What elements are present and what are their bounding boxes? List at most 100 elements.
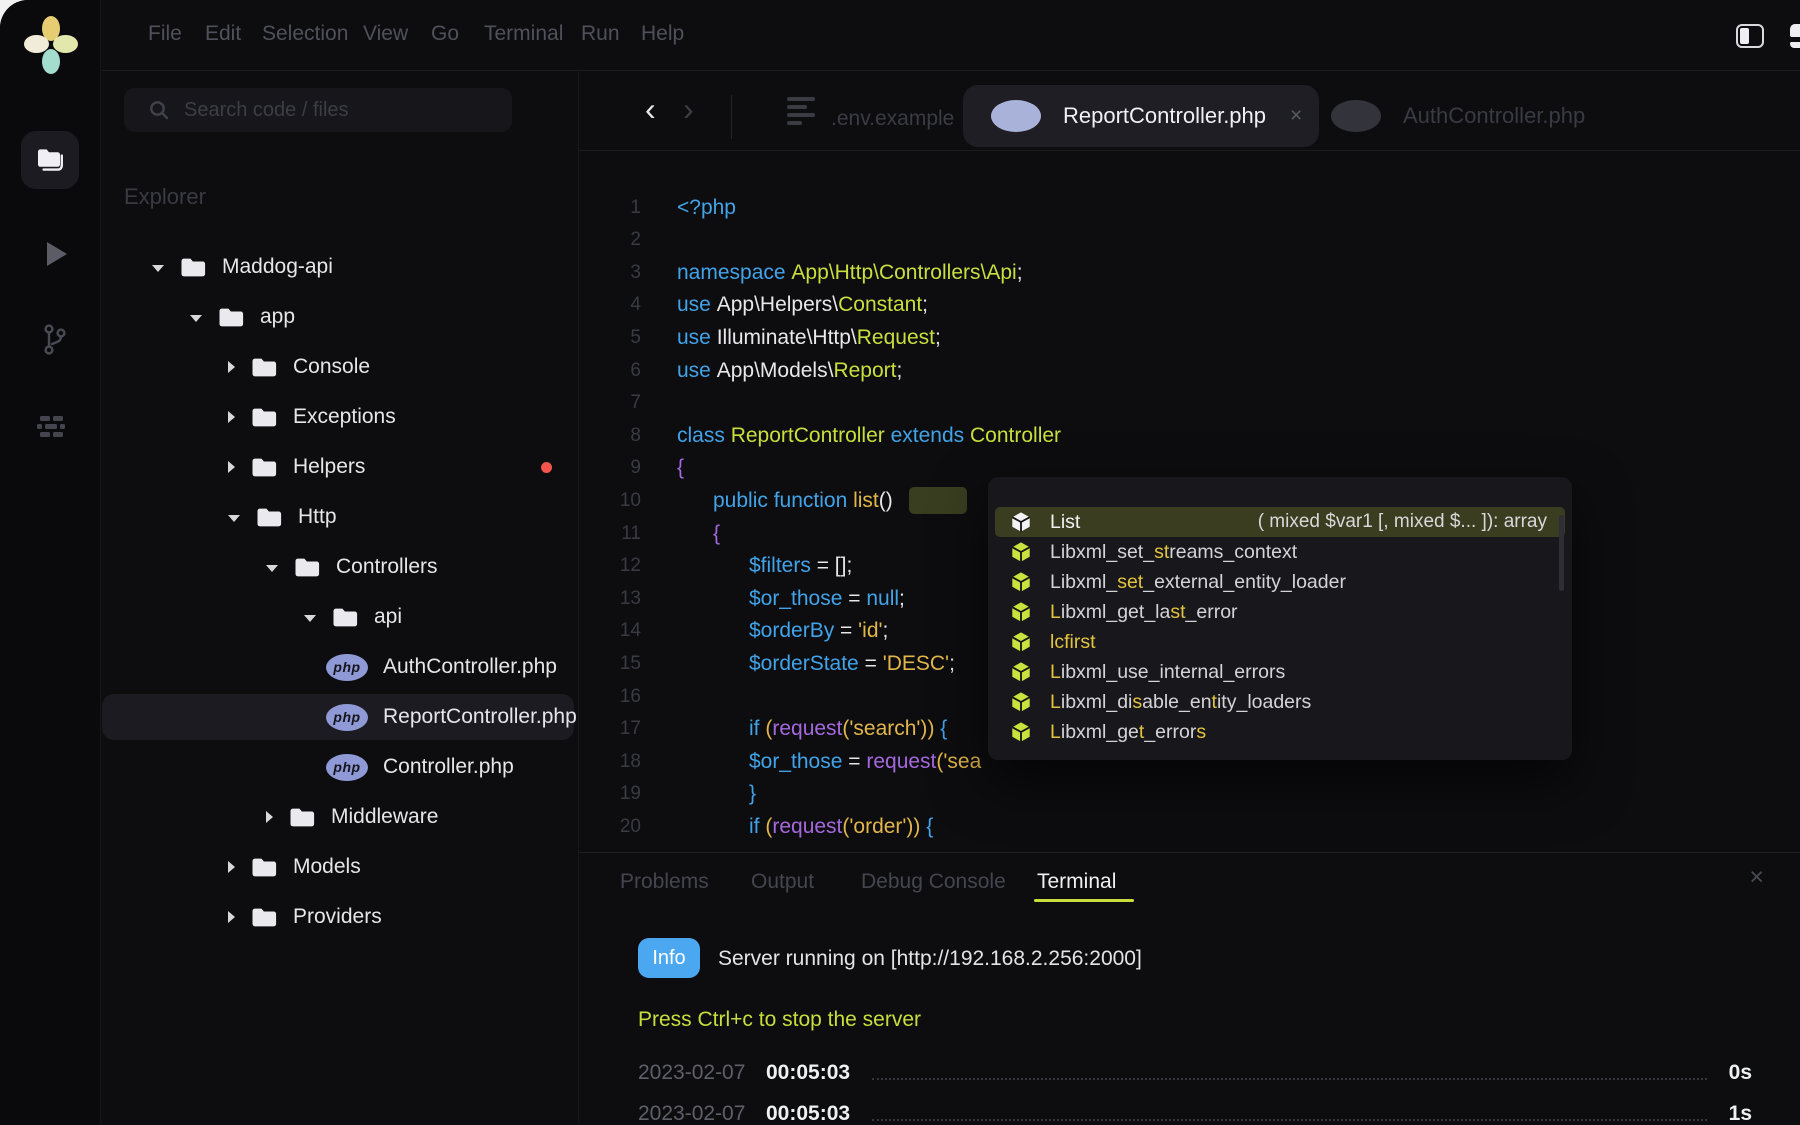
tree-folder-api[interactable]: api — [100, 592, 578, 642]
menu-item-help[interactable]: Help — [641, 22, 684, 46]
chevron-right-icon[interactable] — [266, 811, 273, 823]
explorer-panel: Explorer Maddog-apiappConsoleExceptionsH… — [100, 71, 578, 1125]
tab-label: ReportController.php — [1063, 103, 1266, 129]
code-line-4[interactable]: 4use App\Helpers\Constant; — [579, 289, 1800, 322]
rail-divider — [100, 0, 101, 1125]
code-line-8[interactable]: 8class ReportController extends Controll… — [579, 419, 1800, 452]
chevron-right-icon[interactable] — [228, 411, 235, 423]
code-text: namespace App\Http\Controllers\Api; — [677, 261, 1023, 285]
popup-item-5[interactable]: Libxml_use_internal_errors — [988, 657, 1572, 687]
chevron-right-icon[interactable] — [228, 461, 235, 473]
tree-folder-helpers[interactable]: Helpers — [100, 442, 578, 492]
search-input[interactable] — [182, 98, 486, 123]
cube-icon — [1010, 511, 1032, 533]
menu-item-go[interactable]: Go — [431, 22, 459, 46]
tree-folder-console[interactable]: Console — [100, 342, 578, 392]
panel-tab-output[interactable]: Output — [751, 870, 814, 894]
code-line-20[interactable]: 20if (request('order')) { — [579, 810, 1800, 843]
logo-petal — [53, 35, 78, 53]
folder-icon — [251, 856, 278, 878]
tab-env-example[interactable]: .env.example — [831, 107, 954, 131]
tree-item-label: app — [260, 305, 295, 329]
tree-folder-exceptions[interactable]: Exceptions — [100, 392, 578, 442]
popup-item-3[interactable]: Libxml_get_last_error — [988, 597, 1572, 627]
line-number: 19 — [579, 783, 641, 805]
app-logo[interactable] — [24, 16, 78, 74]
popup-item-6[interactable]: Libxml_disable_entity_loaders — [988, 687, 1572, 717]
tree-folder-maddog-api[interactable]: Maddog-api — [100, 242, 578, 292]
chevron-down-icon[interactable] — [228, 515, 240, 522]
line-number: 1 — [579, 197, 641, 219]
files-view-button[interactable] — [21, 131, 79, 189]
popup-item-label: Libxml_get_errors — [1050, 721, 1206, 744]
tree-file-controller-php[interactable]: phpController.php — [100, 742, 578, 792]
popup-item-label: Libxml_get_last_error — [1050, 601, 1238, 624]
close-tab-icon[interactable]: × — [1290, 104, 1302, 128]
line-number: 11 — [579, 523, 641, 545]
popup-item-2[interactable]: Libxml_set_external_entity_loader — [988, 567, 1572, 597]
popup-item-4[interactable]: lcfirst — [988, 627, 1572, 657]
search-icon — [148, 99, 170, 121]
code-line-6[interactable]: 6use App\Models\Report; — [579, 354, 1800, 387]
tree-folder-controllers[interactable]: Controllers — [100, 542, 578, 592]
chevron-right-icon[interactable] — [228, 911, 235, 923]
chevron-right-icon[interactable] — [228, 361, 235, 373]
panel-tab-debug-console[interactable]: Debug Console — [861, 870, 1006, 894]
code-line-2[interactable]: 2 — [579, 224, 1800, 257]
popup-item-1[interactable]: Libxml_set_streams_context — [988, 537, 1572, 567]
menu-item-view[interactable]: View — [363, 22, 408, 46]
popup-item-0[interactable]: List( mixed $var1 [, mixed $... ]): arra… — [995, 507, 1565, 537]
code-line-19[interactable]: 19} — [579, 778, 1800, 811]
tree-folder-models[interactable]: Models — [100, 842, 578, 892]
tree-file-authcontroller-php[interactable]: phpAuthController.php — [100, 642, 578, 692]
menu-item-edit[interactable]: Edit — [205, 22, 241, 46]
search-box[interactable] — [124, 88, 512, 132]
menu-item-terminal[interactable]: Terminal — [484, 22, 563, 46]
code-text: { — [677, 456, 684, 480]
chevron-down-icon[interactable] — [152, 265, 164, 272]
nav-back-icon[interactable]: ‹ — [645, 89, 656, 129]
files-icon — [35, 147, 65, 173]
tree-folder-http[interactable]: Http — [100, 492, 578, 542]
popup-scrollbar[interactable] — [1559, 515, 1564, 591]
tab-reportcontroller[interactable]: ReportController.php × — [963, 85, 1319, 147]
close-panel-icon[interactable]: × — [1749, 863, 1764, 892]
tabbar-bottom-divider — [579, 150, 1800, 151]
tree-file-reportcontroller-php[interactable]: phpReportController.php — [100, 692, 578, 742]
menu-item-run[interactable]: Run — [581, 22, 620, 46]
chevron-right-icon[interactable] — [228, 861, 235, 873]
panel-layout-icon[interactable] — [1790, 24, 1800, 48]
panel-tab-problems[interactable]: Problems — [620, 870, 709, 894]
log-time: 00:05:03 — [766, 1102, 850, 1125]
tab-authcontroller[interactable]: AuthController.php — [1331, 85, 1585, 147]
chevron-down-icon[interactable] — [190, 315, 202, 322]
chevron-down-icon[interactable] — [304, 615, 316, 622]
popup-item-label: Libxml_use_internal_errors — [1050, 661, 1285, 684]
log-time: 00:05:03 — [766, 1061, 850, 1085]
line-number: 8 — [579, 425, 641, 447]
tree-folder-app[interactable]: app — [100, 292, 578, 342]
nav-forward-icon[interactable]: › — [683, 89, 694, 129]
panel-tab-terminal[interactable]: Terminal — [1037, 870, 1116, 894]
tree-item-label: api — [374, 605, 402, 629]
code-line-3[interactable]: 3namespace App\Http\Controllers\Api; — [579, 256, 1800, 289]
menu-item-file[interactable]: File — [148, 22, 182, 46]
code-text: if (request('search')) { — [749, 717, 947, 741]
split-view-icon[interactable] — [1736, 24, 1764, 48]
code-line-5[interactable]: 5use Illuminate\Http\Request; — [579, 321, 1800, 354]
git-branch-icon[interactable] — [42, 323, 68, 357]
code-line-7[interactable]: 7 — [579, 387, 1800, 420]
chevron-down-icon[interactable] — [266, 565, 278, 572]
folder-icon — [180, 256, 207, 278]
line-number: 14 — [579, 620, 641, 642]
apps-icon[interactable] — [34, 416, 68, 440]
run-icon[interactable] — [47, 242, 67, 266]
popup-item-7[interactable]: Libxml_get_errors — [988, 717, 1572, 747]
code-text: public function list() — [713, 487, 967, 514]
autocomplete-popup: List( mixed $var1 [, mixed $... ]): arra… — [988, 477, 1572, 760]
tree-folder-providers[interactable]: Providers — [100, 892, 578, 942]
tree-folder-middleware[interactable]: Middleware — [100, 792, 578, 842]
code-line-1[interactable]: 1<?php — [579, 191, 1800, 224]
menu-item-selection[interactable]: Selection — [262, 22, 348, 46]
folder-icon — [289, 806, 316, 828]
